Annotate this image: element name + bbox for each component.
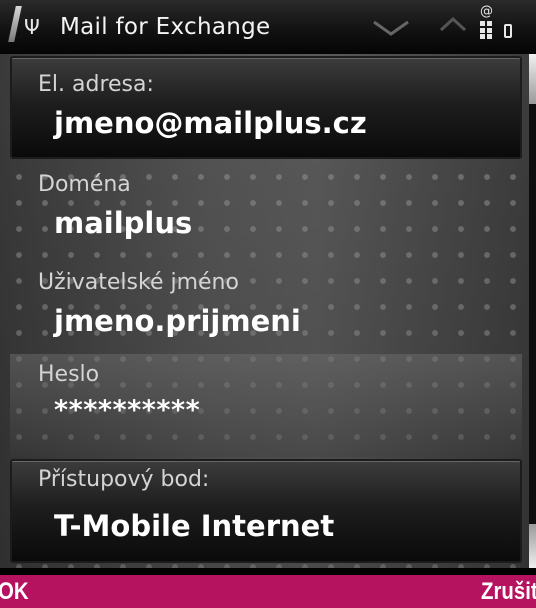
connection-icon: @ [480,4,493,19]
softkey-bar: OK Zrušit [0,575,536,608]
password-field[interactable]: Heslo ********** [10,354,522,457]
access-point-value: T-Mobile Internet [54,509,335,543]
cancel-softkey[interactable]: Zrušit [481,578,536,606]
packet-data-icon [480,21,492,39]
password-label: Heslo [38,362,100,387]
home-icon [439,16,467,32]
access-point-label: Přístupový bod: [38,467,210,492]
antenna-icon: Ψ [24,15,40,39]
email-label: El. adresa: [38,72,154,97]
scrollbar-top-cap [529,54,536,104]
domain-value: mailplus [54,206,193,240]
phone-screen: Ψ Mail for Exchange @ El. adresa: jmeno@… [0,0,536,608]
username-field[interactable]: Uživatelské jméno jmeno.prijmeni [10,260,522,354]
username-label: Uživatelské jméno [38,270,239,295]
access-point-field[interactable]: Přístupový bod: T-Mobile Internet [10,459,522,563]
status-bar: Ψ Mail for Exchange @ [0,0,536,54]
settings-list: El. adresa: jmeno@mailplus.cz Doména mai… [0,54,530,568]
email-value: jmeno@mailplus.cz [54,106,367,140]
divider [0,568,536,575]
scrollbar[interactable] [529,54,536,568]
domain-label: Doména [38,172,131,197]
email-field[interactable]: El. adresa: jmeno@mailplus.cz [10,56,522,159]
battery-icon [504,24,512,38]
password-value: ********** [54,395,201,426]
signal-strength-icon [8,6,22,42]
scrollbar-bottom-cap [529,524,536,568]
ok-softkey[interactable]: OK [0,578,29,606]
app-title: Mail for Exchange [60,14,271,40]
username-value: jmeno.prijmeni [54,304,301,338]
mail-icon [373,20,409,36]
domain-field[interactable]: Doména mailplus [10,162,522,260]
